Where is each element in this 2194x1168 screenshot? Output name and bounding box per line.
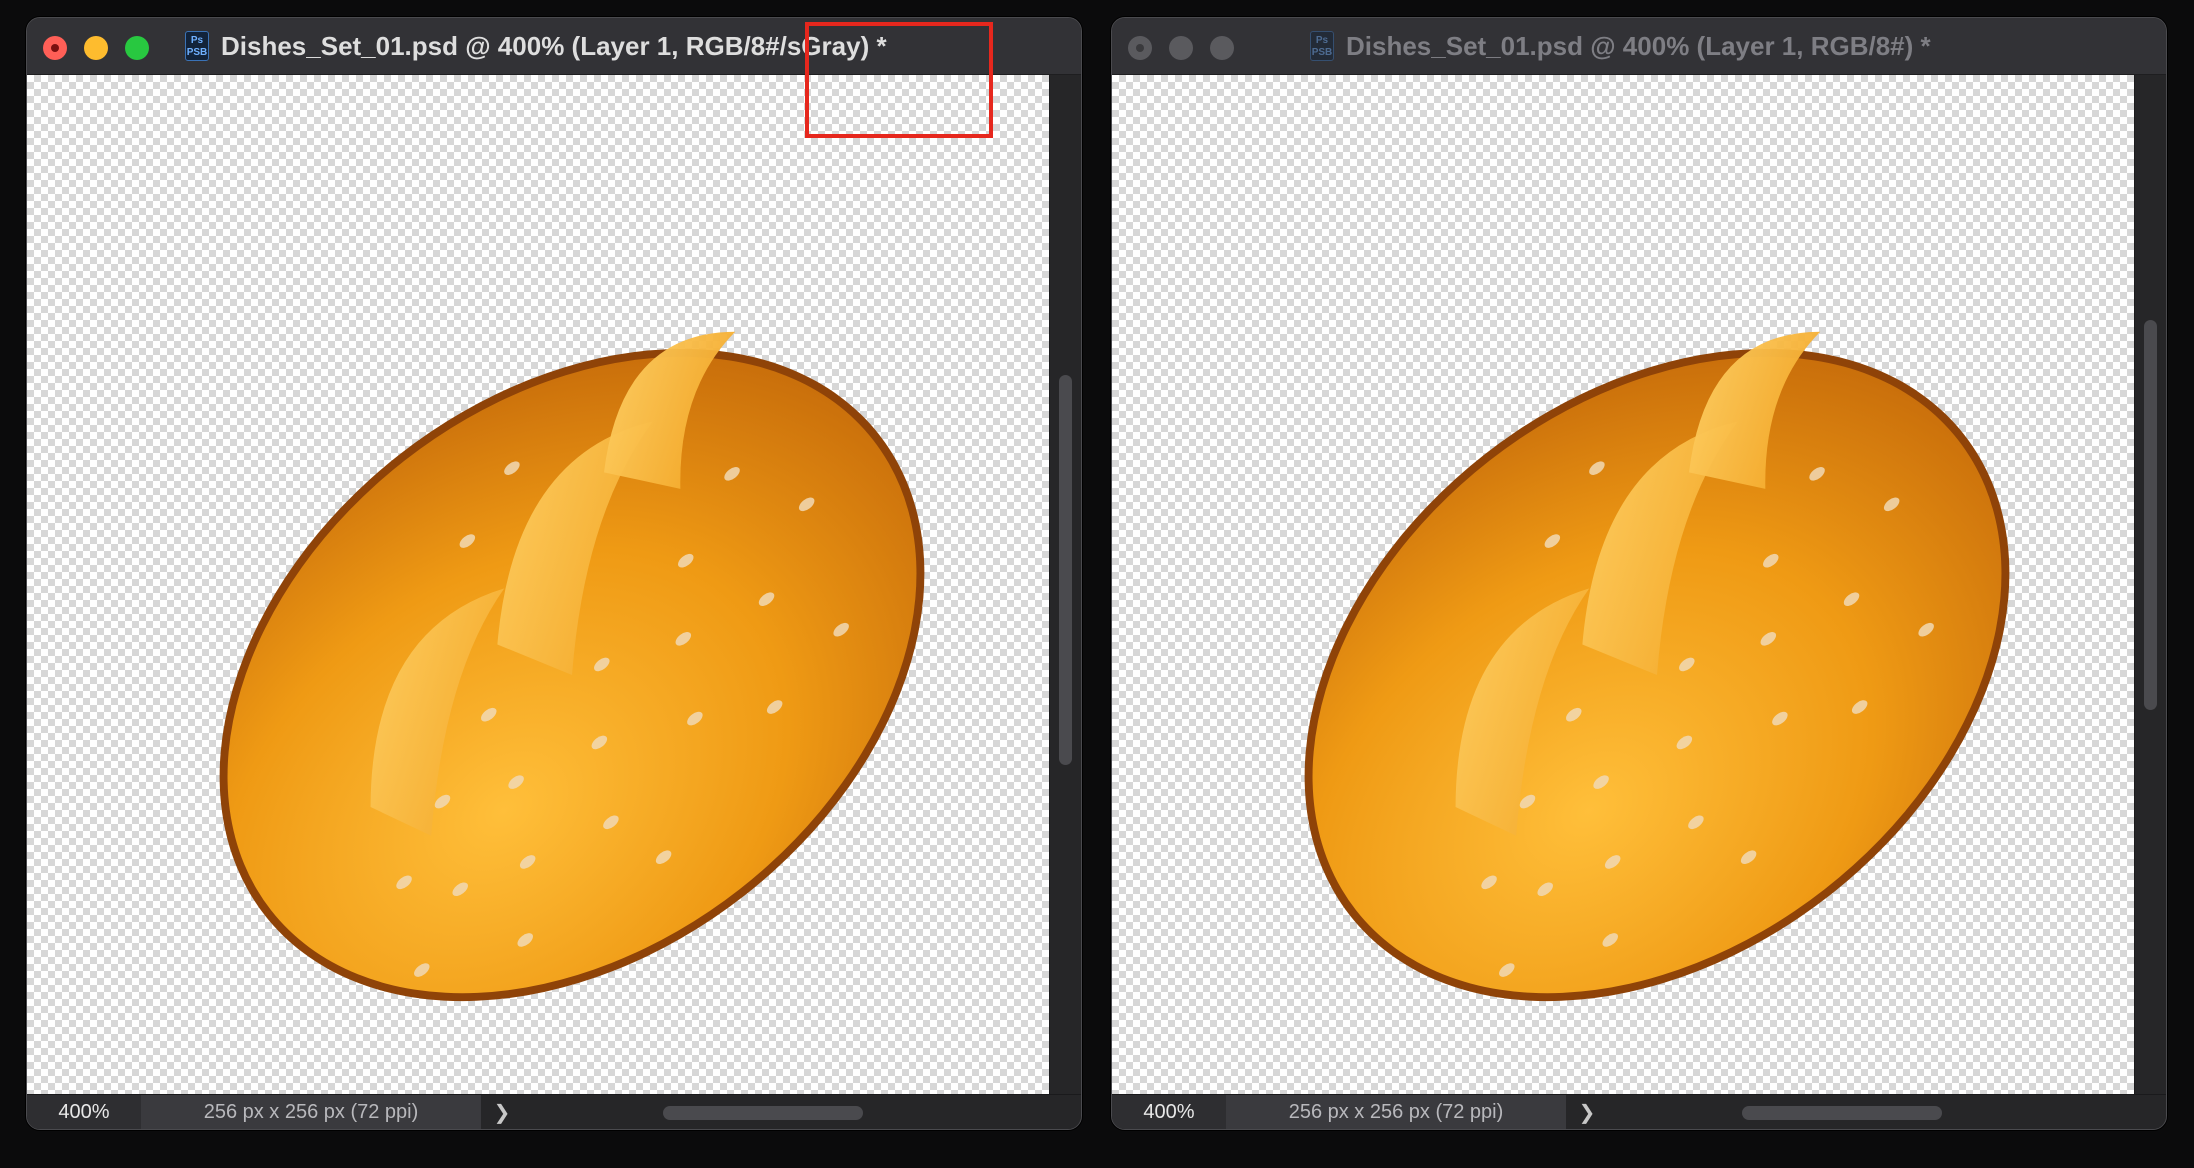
document-window-right[interactable]: Ps PSB Dishes_Set_01.psd @ 400% (Layer 1,…: [1111, 17, 2167, 1130]
zoom-button[interactable]: [1210, 36, 1234, 60]
photoshop-document-icon: Ps PSB: [185, 31, 209, 61]
status-bar: 400% 256 px x 256 px (72 ppi) ❯: [1112, 1094, 2166, 1129]
desktop: Ps PSB Dishes_Set_01.psd @ 400% (Layer 1,…: [0, 0, 2194, 1168]
window-controls: [1128, 36, 1234, 60]
horizontal-scroll-thumb[interactable]: [663, 1106, 863, 1120]
minimize-button[interactable]: [1169, 36, 1193, 60]
vertical-scroll-thumb[interactable]: [2144, 320, 2157, 710]
canvas-area[interactable]: [27, 75, 1049, 1112]
vertical-scrollbar[interactable]: [2134, 75, 2166, 1112]
status-bar: 400% 256 px x 256 px (72 ppi) ❯: [27, 1094, 1081, 1129]
window-title-text: Dishes_Set_01.psd @ 400% (Layer 1, RGB/8…: [1346, 30, 1931, 61]
zoom-level-field[interactable]: 400%: [27, 1095, 141, 1129]
horizontal-scroll-thumb[interactable]: [1742, 1106, 1942, 1120]
document-window-left[interactable]: Ps PSB Dishes_Set_01.psd @ 400% (Layer 1,…: [26, 17, 1082, 1130]
photoshop-document-icon: Ps PSB: [1310, 31, 1334, 61]
window-title-text: Dishes_Set_01.psd @ 400% (Layer 1, RGB/8…: [221, 30, 887, 61]
canvas-area[interactable]: [1112, 75, 2134, 1112]
zoom-level-field[interactable]: 400%: [1112, 1095, 1226, 1129]
window-title: Ps PSB Dishes_Set_01.psd @ 400% (Layer 1,…: [1310, 18, 1931, 74]
vertical-scroll-thumb[interactable]: [1059, 375, 1072, 765]
window-controls: [43, 36, 149, 60]
close-button[interactable]: [43, 36, 67, 60]
zoom-button[interactable]: [125, 36, 149, 60]
document-info[interactable]: 256 px x 256 px (72 ppi): [141, 1095, 481, 1129]
vertical-scrollbar[interactable]: [1049, 75, 1081, 1112]
chevron-right-icon[interactable]: ❯: [1572, 1095, 1602, 1129]
bread-loaf-image: [1304, 331, 2010, 1002]
close-button[interactable]: [1128, 36, 1152, 60]
minimize-button[interactable]: [84, 36, 108, 60]
title-bar[interactable]: Ps PSB Dishes_Set_01.psd @ 400% (Layer 1,…: [1112, 18, 2166, 75]
highlight-annotation-box: [805, 22, 993, 138]
chevron-right-icon[interactable]: ❯: [487, 1095, 517, 1129]
bread-loaf-image: [219, 331, 925, 1002]
window-title: Ps PSB Dishes_Set_01.psd @ 400% (Layer 1,…: [185, 18, 887, 74]
document-info[interactable]: 256 px x 256 px (72 ppi): [1226, 1095, 1566, 1129]
